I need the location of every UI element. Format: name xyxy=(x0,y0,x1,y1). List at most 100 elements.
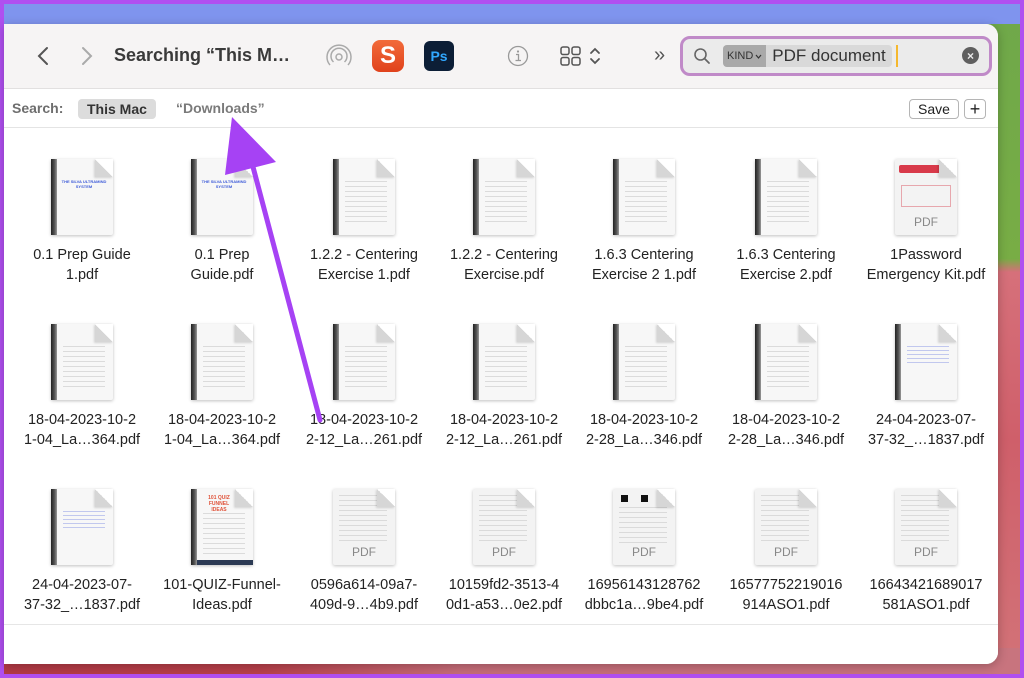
file-item[interactable]: 1.6.3 Centering Exercise 2 1.pdf xyxy=(574,159,714,285)
back-button[interactable] xyxy=(32,43,54,69)
file-item[interactable]: PDF 16643421689017 581ASO1.pdf xyxy=(856,489,996,615)
photoshop-label: Ps xyxy=(430,48,448,64)
file-item[interactable]: PDF 16577752219016 914ASO1.pdf xyxy=(716,489,856,615)
file-item[interactable]: 1.6.3 Centering Exercise 2.pdf xyxy=(716,159,856,285)
file-name: 0596a614-09a7- 409d-9…4b9.pdf xyxy=(309,577,419,613)
airdrop-icon[interactable] xyxy=(326,44,352,70)
photoshop-icon[interactable]: Ps xyxy=(424,41,454,71)
file-name: 18-04-2023-10-2 1-04_La…364.pdf xyxy=(163,412,281,448)
file-item[interactable]: 18-04-2023-10-2 2-12_La…261.pdf xyxy=(294,324,434,450)
token-kind-label: KIND xyxy=(727,50,754,62)
pdf-thumbnail-icon: PDF xyxy=(473,489,535,565)
pdf-thumbnail-icon xyxy=(895,324,957,400)
file-item[interactable]: 24-04-2023-07- 37-32_…1837.pdf xyxy=(856,324,996,450)
pdf-thumbnail-icon: PDF xyxy=(895,489,957,565)
search-scope-bar: Search: This Mac “Downloads” Save + xyxy=(4,89,998,128)
file-item[interactable]: 1.2.2 - Centering Exercise 1.pdf xyxy=(294,159,434,285)
file-name: 1.2.2 - Centering Exercise.pdf xyxy=(449,247,558,283)
file-name: 0.1 Prep Guide.pdf xyxy=(190,247,254,283)
info-icon[interactable] xyxy=(507,45,529,67)
status-bar xyxy=(4,624,998,664)
search-field[interactable]: KIND PDF document × xyxy=(680,36,992,76)
token-kind-dropdown[interactable]: KIND xyxy=(723,45,767,67)
file-item[interactable]: 18-04-2023-10-2 1-04_La…364.pdf xyxy=(12,324,152,450)
pdf-thumbnail-icon xyxy=(51,324,113,400)
file-item[interactable]: 18-04-2023-10-2 2-28_La…346.pdf xyxy=(716,324,856,450)
window-title: Searching “This M… xyxy=(114,45,291,65)
file-item[interactable]: 18-04-2023-10-2 1-04_La…364.pdf xyxy=(152,324,292,450)
scope-downloads-button[interactable]: “Downloads” xyxy=(176,100,265,116)
toolbar-overflow-button[interactable]: » xyxy=(654,44,665,67)
pdf-thumbnail-icon xyxy=(51,489,113,565)
file-name: 101-QUIZ-Funnel- Ideas.pdf xyxy=(163,577,281,613)
pdf-thumbnail-icon: PDF xyxy=(613,489,675,565)
file-name: 24-04-2023-07- 37-32_…1837.pdf xyxy=(867,412,985,448)
thumbnail-title: THE SILVA ULTRAMIND SYSTEM xyxy=(61,179,107,189)
pdf-label: PDF xyxy=(914,545,938,559)
pdf-thumbnail-icon: PDF xyxy=(895,159,957,235)
pdf-label: PDF xyxy=(632,545,656,559)
file-name: 18-04-2023-10-2 2-12_La…261.pdf xyxy=(445,412,563,448)
file-name: 1.6.3 Centering Exercise 2 1.pdf xyxy=(592,247,696,283)
thumbnail-title: 101 QUIZ FUNNEL IDEAS xyxy=(208,495,230,513)
search-scope-label: Search: xyxy=(12,100,64,116)
pdf-thumbnail-icon xyxy=(755,324,817,400)
pdf-thumbnail-icon xyxy=(755,159,817,235)
pdf-thumbnail-icon xyxy=(333,324,395,400)
file-item[interactable]: THE SILVA ULTRAMIND SYSTEM 0.1 Prep Guide… xyxy=(12,159,152,285)
pdf-label: PDF xyxy=(492,545,516,559)
file-name: 16643421689017 581ASO1.pdf xyxy=(869,577,983,613)
add-criteria-button[interactable]: + xyxy=(964,99,986,119)
toolbar: Searching “This M… S Ps » KIND PDF docum… xyxy=(4,24,998,89)
search-token[interactable]: KIND PDF document xyxy=(723,45,892,67)
pdf-thumbnail-icon xyxy=(333,159,395,235)
file-name: 18-04-2023-10-2 1-04_La…364.pdf xyxy=(23,412,141,448)
finder-window: Searching “This M… S Ps » KIND PDF docum… xyxy=(4,24,998,664)
file-item[interactable]: 18-04-2023-10-2 2-12_La…261.pdf xyxy=(434,324,574,450)
file-item[interactable]: PDF 10159fd2-3513-4 0d1-a53…0e2.pdf xyxy=(434,489,574,615)
pdf-label: PDF xyxy=(352,545,376,559)
file-item[interactable]: 101 QUIZ FUNNEL IDEAS 101-QUIZ-Funnel- Id… xyxy=(152,489,292,615)
pdf-thumbnail-icon: PDF xyxy=(755,489,817,565)
file-item[interactable]: 18-04-2023-10-2 2-28_La…346.pdf xyxy=(574,324,714,450)
view-options-chevron-icon[interactable] xyxy=(588,44,602,68)
file-name: 18-04-2023-10-2 2-28_La…346.pdf xyxy=(727,412,845,448)
file-name: 16577752219016 914ASO1.pdf xyxy=(729,577,843,613)
file-name: 10159fd2-3513-4 0d1-a53…0e2.pdf xyxy=(445,577,563,613)
pdf-thumbnail-icon xyxy=(613,159,675,235)
clear-search-button[interactable]: × xyxy=(962,47,979,64)
pdf-thumbnail-icon: THE SILVA ULTRAMIND SYSTEM xyxy=(51,159,113,235)
file-name: 1.2.2 - Centering Exercise 1.pdf xyxy=(309,247,418,283)
file-name: 16956143128762 dbbc1a…9be4.pdf xyxy=(584,577,704,613)
file-item[interactable]: PDF 16956143128762 dbbc1a…9be4.pdf xyxy=(574,489,714,615)
file-name: 18-04-2023-10-2 2-12_La…261.pdf xyxy=(305,412,423,448)
file-name: 1.6.3 Centering Exercise 2.pdf xyxy=(736,247,836,283)
pdf-thumbnail-icon xyxy=(613,324,675,400)
file-item[interactable]: 24-04-2023-07- 37-32_…1837.pdf xyxy=(12,489,152,615)
file-item[interactable]: THE SILVA ULTRAMIND SYSTEM 0.1 Prep Guide… xyxy=(152,159,292,285)
file-name: 1Password Emergency Kit.pdf xyxy=(866,247,986,283)
close-icon: × xyxy=(966,48,974,63)
pdf-thumbnail-icon: 101 QUIZ FUNNEL IDEAS xyxy=(191,489,253,565)
pdf-thumbnail-icon xyxy=(191,324,253,400)
file-item[interactable]: 1.2.2 - Centering Exercise.pdf xyxy=(434,159,574,285)
file-item[interactable]: PDF 0596a614-09a7- 409d-9…4b9.pdf xyxy=(294,489,434,615)
search-icon xyxy=(694,48,710,64)
icon-grid-view-icon[interactable] xyxy=(560,46,582,66)
token-value: PDF document xyxy=(772,46,886,65)
app-s-icon[interactable]: S xyxy=(372,40,404,72)
file-name: 18-04-2023-10-2 2-28_La…346.pdf xyxy=(585,412,703,448)
chevron-down-icon xyxy=(755,54,762,59)
pdf-label: PDF xyxy=(774,545,798,559)
file-name: 24-04-2023-07- 37-32_…1837.pdf xyxy=(23,577,141,613)
pdf-thumbnail-icon xyxy=(473,159,535,235)
file-item[interactable]: PDF 1Password Emergency Kit.pdf xyxy=(856,159,996,285)
chevron-right-icon xyxy=(82,47,93,65)
results-grid: THE SILVA ULTRAMIND SYSTEM 0.1 Prep Guide… xyxy=(4,129,998,613)
save-search-button[interactable]: Save xyxy=(909,99,959,119)
app-s-label: S xyxy=(379,42,396,69)
scope-this-mac-button[interactable]: This Mac xyxy=(78,99,156,119)
file-name: 0.1 Prep Guide 1.pdf xyxy=(33,247,131,283)
forward-button[interactable] xyxy=(76,43,98,69)
pdf-label: PDF xyxy=(914,215,938,229)
